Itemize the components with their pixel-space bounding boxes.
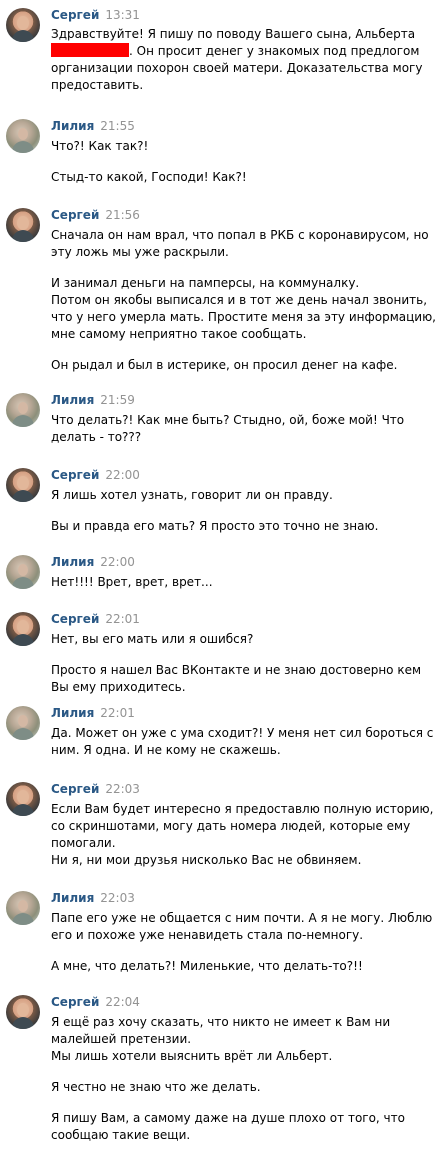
message-header: Лилия 22:01 [51, 706, 135, 723]
message-paragraph: Да. Может он уже с ума сходит?! У меня н… [51, 726, 434, 757]
avatar[interactable] [6, 208, 40, 242]
message-header: Сергей 13:31 [51, 8, 140, 25]
message-text: Если Вам будет интересно я предоставлю п… [51, 801, 441, 869]
avatar[interactable] [6, 995, 40, 1029]
message-paragraph: Нет!!!! Врет, врет, врет... [51, 575, 213, 589]
author-name[interactable]: Сергей [51, 468, 99, 482]
author-name[interactable]: Лилия [51, 393, 94, 407]
message-time[interactable]: 22:03 [105, 782, 140, 796]
message-text: Нет, вы его мать или я ошибся? Просто я … [51, 631, 441, 696]
message-paragraph: Что?! Как так?! [51, 139, 149, 153]
message-time[interactable]: 22:00 [100, 555, 135, 569]
message-paragraph: Здравствуйте! Я пишу по поводу Вашего сы… [51, 26, 441, 94]
avatar[interactable] [6, 393, 40, 427]
message-paragraph: Просто я нашел Вас ВКонтакте и не знаю д… [51, 663, 422, 694]
text-fragment: Здравствуйте! Я пишу по поводу Вашего сы… [51, 27, 416, 41]
message-paragraph: Я пишу Вам, а самому даже на душе плохо … [51, 1111, 405, 1142]
message-paragraph: Стыд-то какой, Господи! Как?! [51, 170, 247, 184]
message-paragraph: Вы и правда его мать? Я просто это точно… [51, 519, 379, 533]
message-header: Сергей 22:01 [51, 612, 140, 629]
message-time[interactable]: 22:03 [100, 891, 135, 905]
message-text: Что?! Как так?! Стыд-то какой, Господи! … [51, 138, 441, 186]
author-name[interactable]: Сергей [51, 208, 99, 222]
message-time[interactable]: 21:59 [100, 393, 135, 407]
avatar[interactable] [6, 555, 40, 589]
message-paragraph: А мне, что делать?! Миленькие, что делат… [51, 959, 363, 973]
message-paragraph: Сначала он нам врал, что попал в РКБ с к… [51, 228, 429, 259]
avatar[interactable] [6, 706, 40, 740]
message-paragraph: Я честно не знаю что же делать. [51, 1080, 261, 1094]
message-text: Да. Может он уже с ума сходит?! У меня н… [51, 725, 441, 759]
message-time[interactable]: 22:04 [105, 995, 140, 1009]
message-text: Нет!!!! Врет, врет, врет... [51, 574, 441, 591]
author-name[interactable]: Лилия [51, 891, 94, 905]
message-time[interactable]: 22:01 [100, 706, 135, 720]
message-time[interactable]: 22:00 [105, 468, 140, 482]
message-paragraph: И занимал деньги на памперсы, на коммуна… [51, 276, 436, 341]
message-header: Лилия 22:00 [51, 555, 135, 572]
message-paragraph: Я ещё раз хочу сказать, что никто не име… [51, 1015, 391, 1063]
author-name[interactable]: Сергей [51, 612, 99, 626]
message-header: Сергей 22:04 [51, 995, 140, 1012]
message-time[interactable]: 22:01 [105, 612, 140, 626]
avatar[interactable] [6, 782, 40, 816]
message-text: Сначала он нам врал, что попал в РКБ с к… [51, 227, 441, 374]
author-name[interactable]: Сергей [51, 995, 99, 1009]
message-text: Я лишь хотел узнать, говорит ли он правд… [51, 487, 441, 535]
message-text: Что делать?! Как мне быть? Стыдно, ой, б… [51, 412, 441, 446]
message-paragraph: Я лишь хотел узнать, говорит ли он правд… [51, 488, 333, 502]
avatar[interactable] [6, 8, 40, 42]
message-text: Папе его уже не общается с ним почти. А … [51, 910, 441, 975]
message-text: Здравствуйте! Я пишу по поводу Вашего сы… [51, 26, 441, 94]
message-header: Сергей 21:56 [51, 208, 140, 225]
message-text: Я ещё раз хочу сказать, что никто не име… [51, 1014, 441, 1144]
message-time[interactable]: 21:55 [100, 119, 135, 133]
message-paragraph: Папе его уже не общается с ним почти. А … [51, 911, 433, 942]
message-time[interactable]: 13:31 [105, 8, 140, 22]
avatar[interactable] [6, 891, 40, 925]
author-name[interactable]: Сергей [51, 782, 99, 796]
author-name[interactable]: Лилия [51, 555, 94, 569]
avatar[interactable] [6, 468, 40, 502]
avatar[interactable] [6, 612, 40, 646]
message-header: Сергей 22:00 [51, 468, 140, 485]
message-paragraph: Если Вам будет интересно я предоставлю п… [51, 802, 434, 867]
message-header: Лилия 22:03 [51, 891, 135, 908]
message-header: Лилия 21:55 [51, 119, 135, 136]
author-name[interactable]: Лилия [51, 706, 94, 720]
author-name[interactable]: Сергей [51, 8, 99, 22]
redaction-block [51, 43, 129, 57]
message-header: Лилия 21:59 [51, 393, 135, 410]
message-time[interactable]: 21:56 [105, 208, 140, 222]
author-name[interactable]: Лилия [51, 119, 94, 133]
message-header: Сергей 22:03 [51, 782, 140, 799]
message-paragraph: Нет, вы его мать или я ошибся? [51, 632, 254, 646]
message-paragraph: Что делать?! Как мне быть? Стыдно, ой, б… [51, 413, 405, 444]
avatar[interactable] [6, 119, 40, 153]
message-paragraph: Он рыдал и был в истерике, он просил ден… [51, 358, 398, 372]
